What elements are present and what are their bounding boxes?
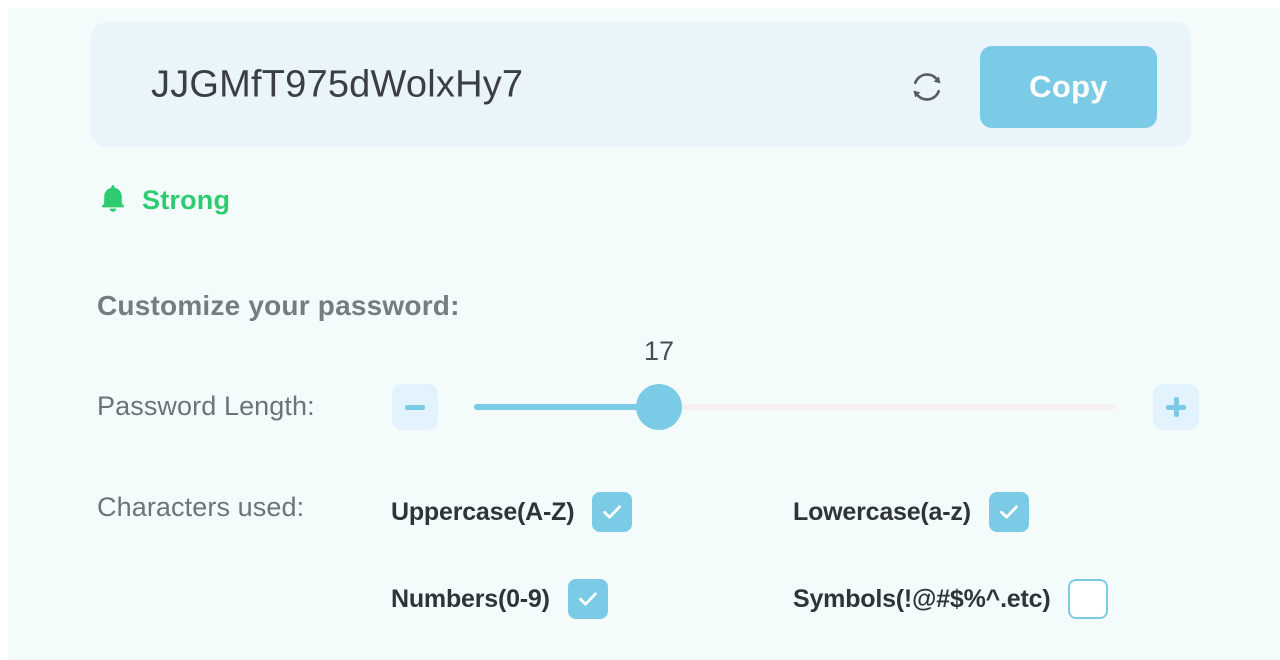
increment-length-button[interactable] [1153,384,1199,430]
password-generator-app: JJGMfT975dWolxHy7 Copy Strong Customize … [8,8,1280,660]
check-icon [999,505,1018,519]
characters-used-label: Characters used: [97,492,305,522]
password-strength-indicator: Strong [98,178,230,222]
password-length-label: Password Length: [97,391,315,421]
strength-label: Strong [142,184,231,215]
option-numbers[interactable]: Numbers(0-9) [391,579,608,619]
option-lowercase-label: Lowercase(a-z) [793,497,971,526]
option-lowercase[interactable]: Lowercase(a-z) [793,492,1029,532]
plus-icon [1164,395,1188,419]
copy-button[interactable]: Copy [980,46,1157,128]
slider-track-fill [474,404,660,410]
option-uppercase[interactable]: Uppercase(A-Z) [391,492,633,532]
option-symbols[interactable]: Symbols(!@#$%^.etc) [793,579,1109,619]
check-icon [578,592,597,606]
minus-icon [403,395,427,419]
option-numbers-label: Numbers(0-9) [391,584,550,613]
bell-icon [98,182,128,219]
refresh-password-button[interactable] [903,64,951,112]
slider-value-label: 17 [643,336,675,366]
customize-heading: Customize your password: [97,290,460,321]
option-uppercase-label: Uppercase(A-Z) [391,497,575,526]
checkbox-lowercase[interactable] [988,492,1029,532]
password-display-field: JJGMfT975dWolxHy7 Copy [91,22,1191,147]
checkbox-numbers[interactable] [567,579,608,619]
checkbox-uppercase[interactable] [592,492,633,532]
refresh-icon [907,67,947,110]
slider-thumb[interactable] [636,384,682,430]
decrement-length-button[interactable] [392,384,438,430]
option-symbols-label: Symbols(!@#$%^.etc) [793,584,1051,613]
checkbox-symbols[interactable] [1068,579,1109,619]
check-icon [603,505,622,519]
password-length-slider[interactable]: 17 [474,336,1116,430]
generated-password-text: JJGMfT975dWolxHy7 [151,63,524,105]
